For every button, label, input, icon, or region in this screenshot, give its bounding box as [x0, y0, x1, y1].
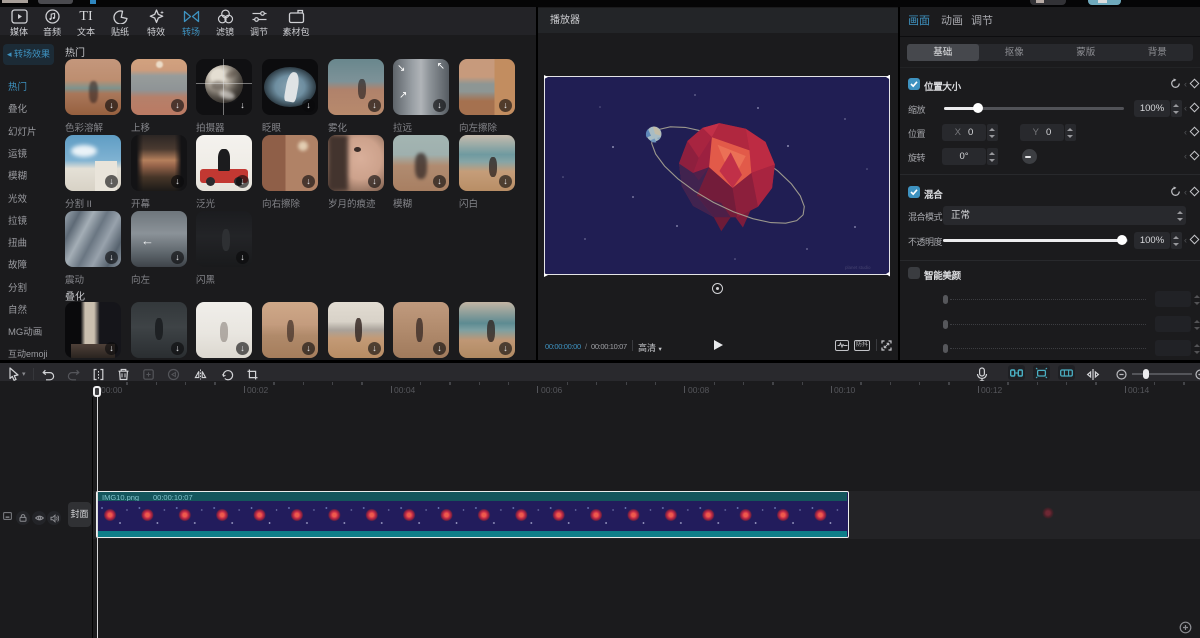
svg-text:planet studio: planet studio	[845, 265, 871, 270]
